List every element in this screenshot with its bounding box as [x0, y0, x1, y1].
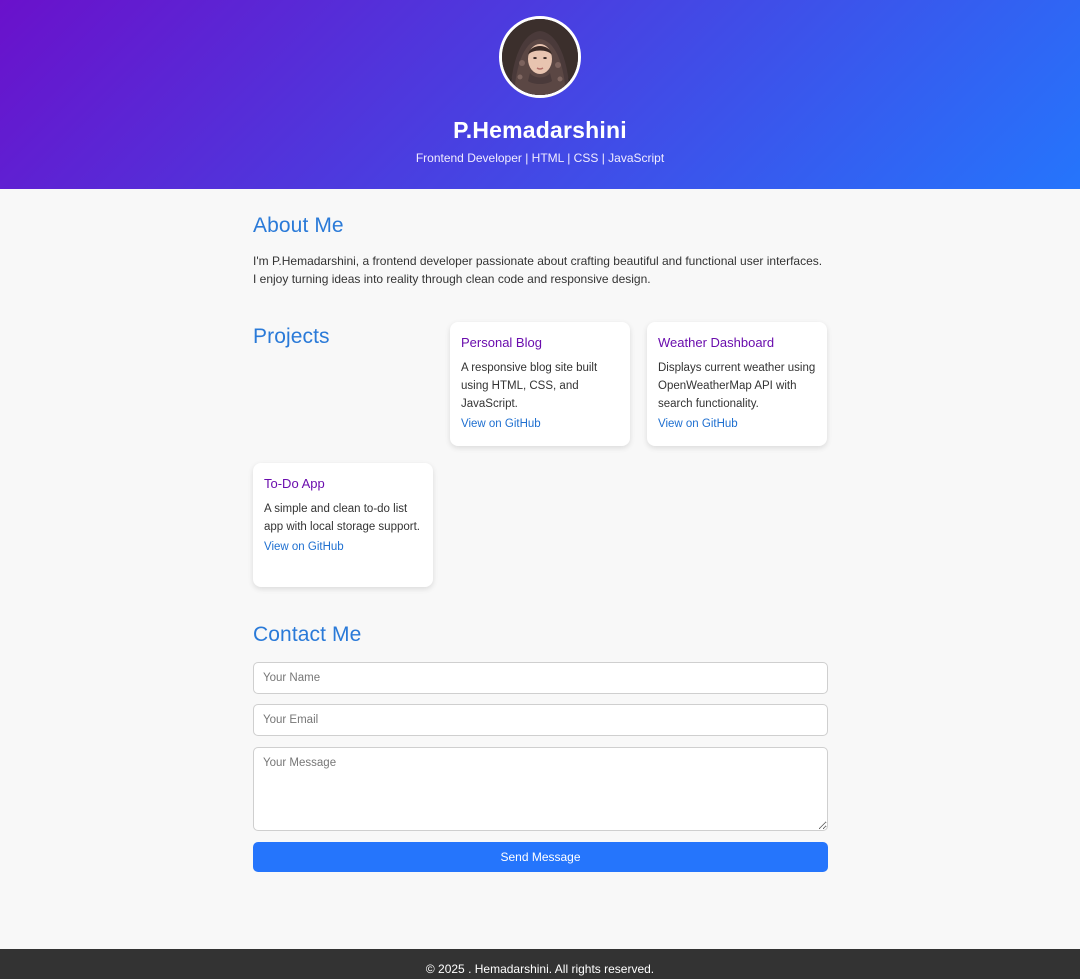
- project-description: A responsive blog site built using HTML,…: [461, 362, 598, 410]
- about-title: About Me: [253, 214, 344, 237]
- profile-name: P.Hemadarshini: [453, 117, 627, 143]
- projects-title: Projects: [253, 325, 330, 348]
- project-title: Weather Dashboard: [658, 335, 775, 350]
- contact-title: Contact Me: [253, 623, 362, 646]
- project-description: A simple and clean to-do list app with l…: [264, 503, 420, 533]
- project-card-todo-app: To-Do App A simple and clean to-do list …: [253, 463, 433, 587]
- portfolio-page: P.Hemadarshini Frontend Developer | HTML…: [0, 0, 1080, 979]
- send-message-button[interactable]: Send Message: [253, 842, 828, 872]
- hero-header: P.Hemadarshini Frontend Developer | HTML…: [0, 0, 1080, 189]
- profile-avatar: [499, 16, 581, 98]
- project-title: To-Do App: [264, 476, 325, 491]
- github-link[interactable]: View on GitHub: [658, 418, 738, 430]
- github-link[interactable]: View on GitHub: [264, 541, 344, 553]
- copyright-text: © 2025 . Hemadarshini. All rights reserv…: [425, 962, 655, 976]
- about-text: I'm P.Hemadarshini, a frontend developer…: [253, 254, 823, 286]
- name-input[interactable]: [253, 662, 828, 694]
- footer: © 2025 . Hemadarshini. All rights reserv…: [0, 949, 1080, 979]
- message-textarea[interactable]: [253, 747, 828, 831]
- project-title: Personal Blog: [461, 335, 542, 350]
- about-section: About Me I'm P.Hemadarshini, a frontend …: [253, 214, 828, 288]
- github-link[interactable]: View on GitHub: [461, 418, 541, 430]
- profile-tagline: Frontend Developer | HTML | CSS | JavaSc…: [415, 151, 665, 165]
- project-card-weather-dashboard: Weather Dashboard Displays current weath…: [647, 322, 827, 446]
- project-card-personal-blog: Personal Blog A responsive blog site bui…: [450, 322, 630, 446]
- profile-photo: [502, 19, 578, 95]
- email-input[interactable]: [253, 704, 828, 736]
- project-description: Displays current weather using OpenWeath…: [658, 362, 816, 410]
